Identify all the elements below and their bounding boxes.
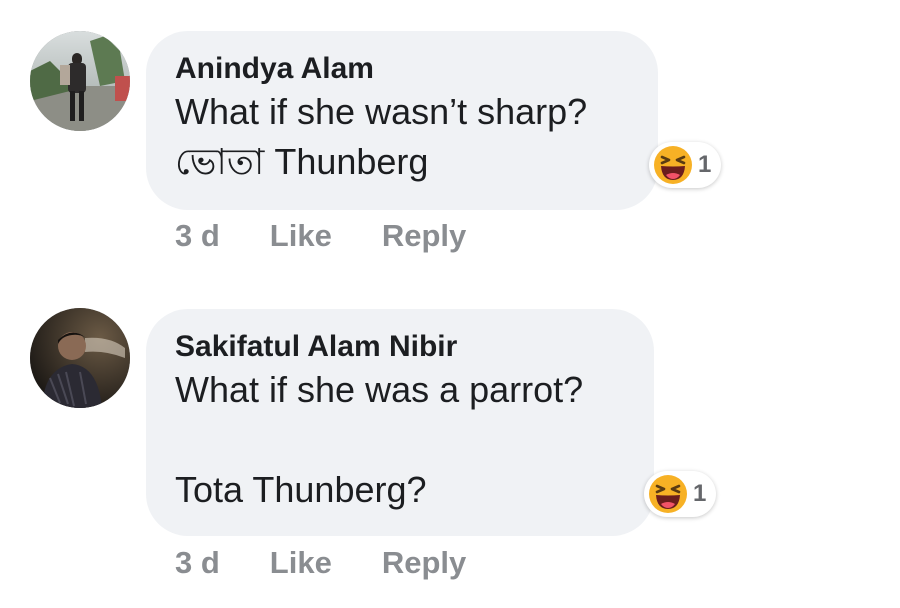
like-button[interactable]: Like: [270, 218, 332, 254]
avatar[interactable]: [30, 31, 130, 131]
comment-text-line: [175, 415, 626, 465]
comment-text-line: Tota Thunberg?: [175, 469, 427, 510]
comment-actions: 3 d Like Reply: [175, 545, 466, 581]
comment-actions: 3 d Like Reply: [175, 218, 466, 254]
comment-bubble: Anindya Alam What if she wasn’t sharp? ভ…: [146, 31, 658, 210]
avatar-photo-icon: [30, 31, 130, 131]
avatar[interactable]: [30, 308, 130, 408]
reaction-count: 1: [693, 480, 707, 507]
avatar-photo-icon: [30, 308, 130, 408]
reaction-count: 1: [698, 151, 712, 178]
reaction-badge[interactable]: 1: [644, 471, 717, 517]
reply-button[interactable]: Reply: [382, 545, 466, 581]
comment-text-line: ভোতা Thunberg: [175, 141, 429, 182]
comment-text-line: What if she was a parrot?: [175, 369, 584, 410]
comment-author[interactable]: Anindya Alam: [175, 51, 630, 87]
reaction-badge[interactable]: 1: [649, 142, 722, 188]
like-button[interactable]: Like: [270, 545, 332, 581]
laughing-emoji-icon: [649, 475, 687, 513]
comment-timestamp[interactable]: 3 d: [175, 218, 220, 254]
comment-text-line: What if she wasn’t sharp?: [175, 91, 588, 132]
reply-button[interactable]: Reply: [382, 218, 466, 254]
comment-author[interactable]: Sakifatul Alam Nibir: [175, 329, 626, 365]
comment-bubble: Sakifatul Alam Nibir What if she was a p…: [146, 309, 654, 536]
comment-timestamp[interactable]: 3 d: [175, 545, 220, 581]
laughing-emoji-icon: [654, 146, 692, 184]
